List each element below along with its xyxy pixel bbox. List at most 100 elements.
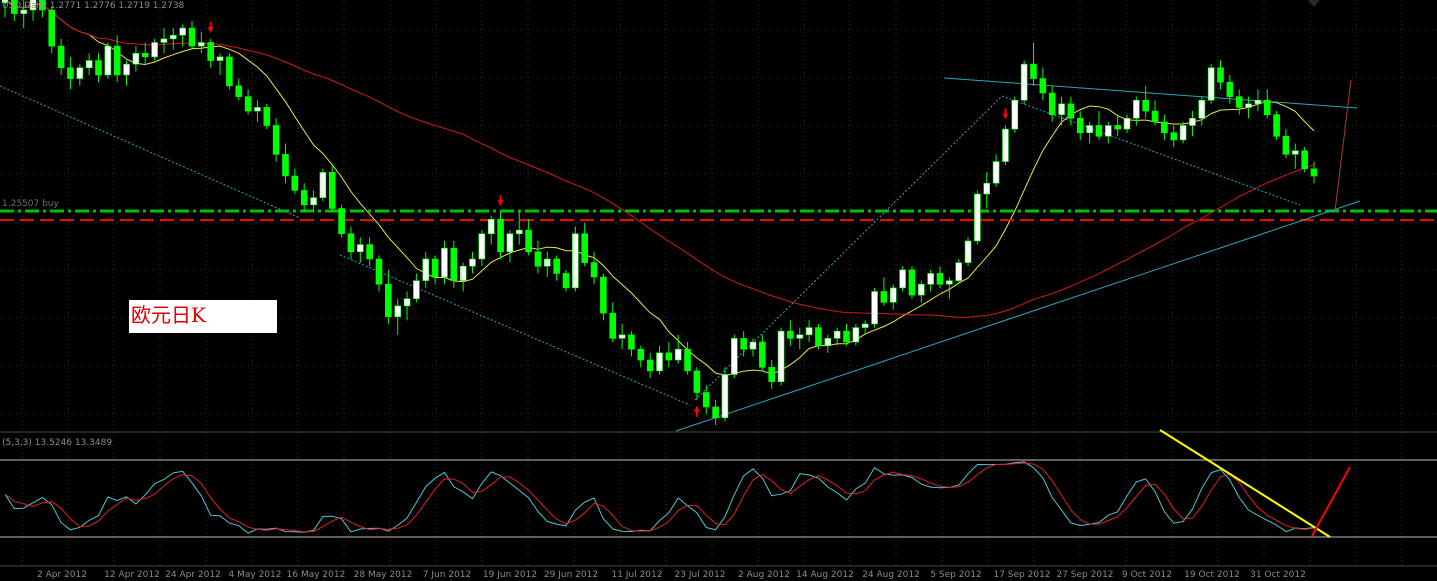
candle-body	[497, 219, 504, 253]
candle-body	[1048, 92, 1056, 115]
candle-body	[852, 327, 860, 343]
candle-body	[403, 298, 411, 307]
candle-body	[515, 229, 523, 235]
candle-body	[553, 258, 560, 274]
candle-body	[646, 359, 654, 372]
candle-body	[132, 53, 140, 65]
candle-body	[431, 258, 439, 278]
candle-body	[95, 60, 102, 76]
candle-body	[777, 330, 785, 382]
candle-body	[740, 338, 747, 350]
candle-body	[198, 42, 205, 47]
oscillator-header: (5,3,3) 13.5246 13.3489	[2, 438, 113, 448]
candle-body	[861, 323, 869, 328]
candle-body	[1217, 67, 1224, 83]
x-tick-label: 19 Oct 2012	[1184, 570, 1240, 580]
stoch-projection-line	[1311, 466, 1351, 537]
candle-body	[263, 107, 271, 126]
candle-body	[590, 262, 598, 278]
x-tick-label: 29 Jun 2012	[543, 570, 599, 580]
candle-body	[478, 233, 486, 260]
candle-body	[609, 312, 617, 339]
candle-body	[1198, 99, 1206, 119]
candle-body	[1282, 136, 1290, 155]
candle-body	[1245, 103, 1252, 108]
x-tick-label: 27 Sep 2012	[1056, 570, 1114, 580]
candle-body	[665, 352, 673, 361]
candle-body	[899, 269, 906, 289]
stoch-trendline	[1159, 429, 1331, 538]
candle-body	[310, 197, 317, 206]
candle-body	[964, 240, 972, 263]
stoch-signal-line	[4, 462, 1315, 533]
candle-body	[188, 27, 196, 47]
x-tick-label: 24 Apr 2012	[165, 570, 221, 580]
candle-body	[1011, 99, 1019, 130]
annotation-box: 欧元日K	[129, 300, 277, 333]
candle-body	[459, 265, 467, 281]
candle-body	[272, 125, 280, 155]
x-tick-label: 7 Jun 2012	[422, 570, 472, 580]
candle-body	[693, 370, 701, 393]
candle-body	[684, 348, 691, 372]
x-tick-label: 17 Sep 2012	[993, 570, 1051, 580]
candle-body	[656, 352, 663, 372]
candle-body	[1123, 117, 1131, 130]
horizontal-line-label: 1.25507 buy	[2, 199, 59, 209]
candle-body	[1170, 132, 1178, 141]
candle-body	[805, 327, 813, 336]
candle-body	[1058, 103, 1065, 115]
candle-body	[871, 291, 878, 325]
x-tick-label: 5 Sep 2012	[930, 570, 982, 580]
candle-body	[1114, 125, 1121, 130]
candle-body	[1105, 125, 1112, 137]
candle-body	[749, 341, 757, 350]
candle-body	[768, 366, 776, 382]
candle-body	[291, 175, 299, 191]
candle-body	[824, 338, 832, 346]
candle-body	[441, 247, 448, 278]
x-tick-label: 2 Apr 2012	[37, 570, 87, 580]
candle-body	[534, 251, 542, 267]
chart-canvas[interactable]	[0, 0, 1437, 581]
candle-body	[600, 276, 607, 314]
candle-body	[385, 283, 392, 318]
candle-body	[628, 334, 635, 350]
candle-body	[1030, 63, 1037, 79]
candle-body	[1095, 125, 1103, 137]
candle-body	[1076, 117, 1084, 133]
candle-body	[48, 9, 56, 47]
candle-body	[1067, 103, 1075, 119]
chevron-down-icon[interactable]	[1308, 0, 1320, 7]
candle-body	[76, 67, 84, 79]
candle-body	[1189, 117, 1196, 126]
candle-body	[235, 85, 243, 97]
candle-body	[674, 348, 682, 361]
candle-body	[618, 334, 626, 339]
candle-body	[216, 56, 224, 61]
candle-body	[992, 161, 1000, 184]
candle-body	[282, 154, 289, 177]
x-tick-label: 11 Jul 2012	[611, 570, 663, 580]
price-header: USD,Daily 1.2771 1.2776 1.2719 1.2738	[2, 1, 185, 11]
x-tick-label: 16 May 2012	[286, 570, 346, 580]
candle-body	[833, 330, 841, 339]
fractal-up-arrow	[693, 405, 700, 417]
candle-body	[141, 53, 149, 58]
candle-body	[1086, 125, 1093, 133]
candle-body	[1207, 67, 1215, 101]
candle-body	[319, 172, 327, 198]
candle-body	[1020, 63, 1028, 101]
x-tick-label: 2 Aug 2012	[738, 570, 790, 580]
candle-body	[151, 42, 158, 58]
candle-body	[113, 45, 121, 76]
x-tick-label: 31 Oct 2012	[1250, 570, 1306, 580]
candle-body	[226, 56, 233, 87]
candle-body	[637, 348, 645, 361]
candle-body	[843, 330, 850, 343]
x-tick-label: 9 Oct 2012	[1122, 570, 1172, 580]
candle-body	[170, 34, 177, 40]
candle-body	[85, 60, 93, 69]
candle-body	[356, 244, 364, 253]
trendline-support	[675, 200, 1361, 432]
